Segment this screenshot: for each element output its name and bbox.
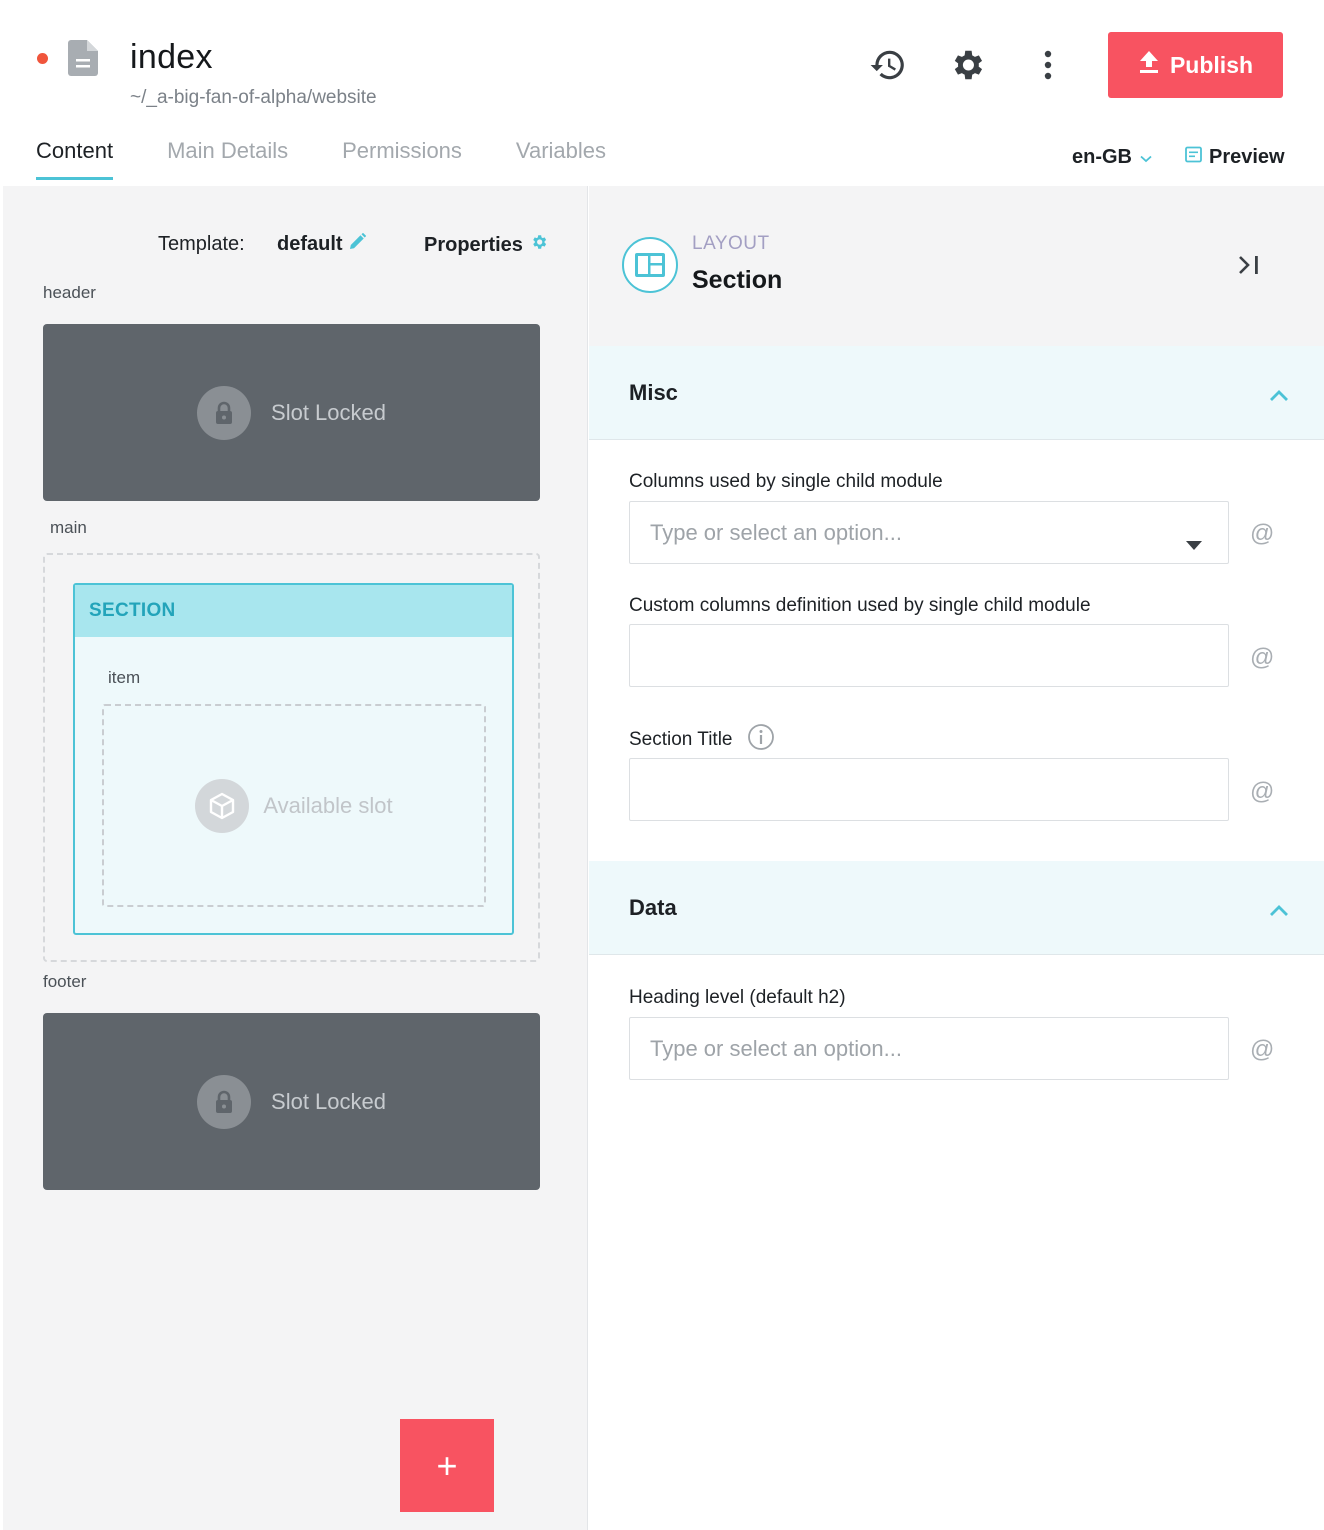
section-title-input[interactable] [629,758,1229,821]
footer-locked-slot: Slot Locked [43,1013,540,1190]
page-title: index [130,38,213,76]
locked-slot-text: Slot Locked [271,1088,386,1114]
group-data-title: Data [629,894,677,920]
publish-label: Publish [1169,51,1254,78]
heading-level-placeholder: Type or select an option... [650,1035,902,1061]
lock-icon [197,1074,252,1129]
available-slot[interactable]: Available slot [102,704,486,907]
top-bar: index ~/_a-big-fan-of-alpha/website Publ… [0,0,1324,186]
main-slot-zone[interactable]: SECTION item Available slot [43,553,540,962]
chevron-down-icon [1140,146,1152,169]
history-icon[interactable] [867,44,909,86]
available-slot-text: Available slot [263,792,393,818]
section-module[interactable]: SECTION item Available slot [73,583,514,935]
columns-field-label: Columns used by single child module [629,471,943,492]
pencil-icon [349,232,366,256]
section-title-label-text: Section Title [629,729,733,750]
preview-button[interactable]: Preview [1185,146,1285,169]
custom-columns-input[interactable] [629,624,1229,687]
header-locked-slot: Slot Locked [43,324,540,501]
custom-columns-variable-at-icon[interactable]: @ [1250,644,1274,672]
module-category: LAYOUT [692,233,770,254]
tab-variables[interactable]: Variables [516,138,606,180]
tab-permissions[interactable]: Permissions [342,138,462,180]
group-misc-title: Misc [629,379,678,405]
tab-main-details[interactable]: Main Details [167,138,288,180]
chevron-up-icon [1269,897,1289,923]
slot-label-footer: footer [43,972,87,991]
module-title: Section [692,266,783,294]
columns-select-placeholder: Type or select an option... [650,519,902,545]
gear-icon[interactable] [946,44,988,86]
heading-level-variable-at-icon[interactable]: @ [1250,1036,1274,1064]
more-vertical-icon[interactable] [1027,44,1069,86]
document-icon [68,40,98,76]
columns-select[interactable]: Type or select an option... [629,501,1229,564]
heading-level-field-label: Heading level (default h2) [629,987,846,1008]
section-title-variable-at-icon[interactable]: @ [1250,778,1274,806]
collapse-panel-icon[interactable] [1234,250,1264,280]
cube-icon [195,778,250,833]
tab-bar: Content Main Details Permissions Variabl… [36,138,660,180]
preview-icon [1185,146,1202,169]
slot-label-main: main [50,518,87,537]
layout-icon [622,237,678,293]
panel-header: LAYOUT Section [589,186,1324,346]
template-label: Template: [158,233,245,255]
chevron-up-icon [1269,382,1289,408]
page-canvas: Template: default Properties header Slot… [3,186,588,1530]
properties-button[interactable]: Properties [424,233,548,257]
slot-label-item: item [108,668,141,687]
template-value: default [277,233,343,255]
locale-select[interactable]: en-GB [1072,146,1152,169]
info-icon[interactable] [747,723,775,757]
template-selector[interactable]: default [277,232,366,256]
tab-content[interactable]: Content [36,138,114,180]
locale-value: en-GB [1072,146,1132,168]
group-data[interactable]: Data [589,861,1324,955]
cog-icon [530,233,548,257]
group-misc[interactable]: Misc [589,346,1324,440]
lock-icon [197,385,252,440]
module-settings-panel: LAYOUT Section Misc Columns used by sing… [589,186,1324,1530]
section-module-title: SECTION [75,585,512,637]
upload-icon [1138,50,1160,80]
columns-variable-at-icon[interactable]: @ [1250,520,1274,548]
publish-button[interactable]: Publish [1108,32,1283,98]
page-path: ~/_a-big-fan-of-alpha/website [130,87,377,108]
locked-slot-text: Slot Locked [271,399,386,425]
custom-columns-field-label: Custom columns definition used by single… [629,595,1091,616]
caret-down-icon [1186,530,1202,556]
unsaved-status-dot [37,53,48,64]
add-module-button[interactable]: + [400,1419,494,1512]
preview-label: Preview [1209,146,1285,168]
heading-level-select[interactable]: Type or select an option... [629,1017,1229,1080]
section-title-field-label: Section Title [629,723,775,757]
properties-label: Properties [424,233,523,256]
slot-label-header: header [43,283,96,302]
